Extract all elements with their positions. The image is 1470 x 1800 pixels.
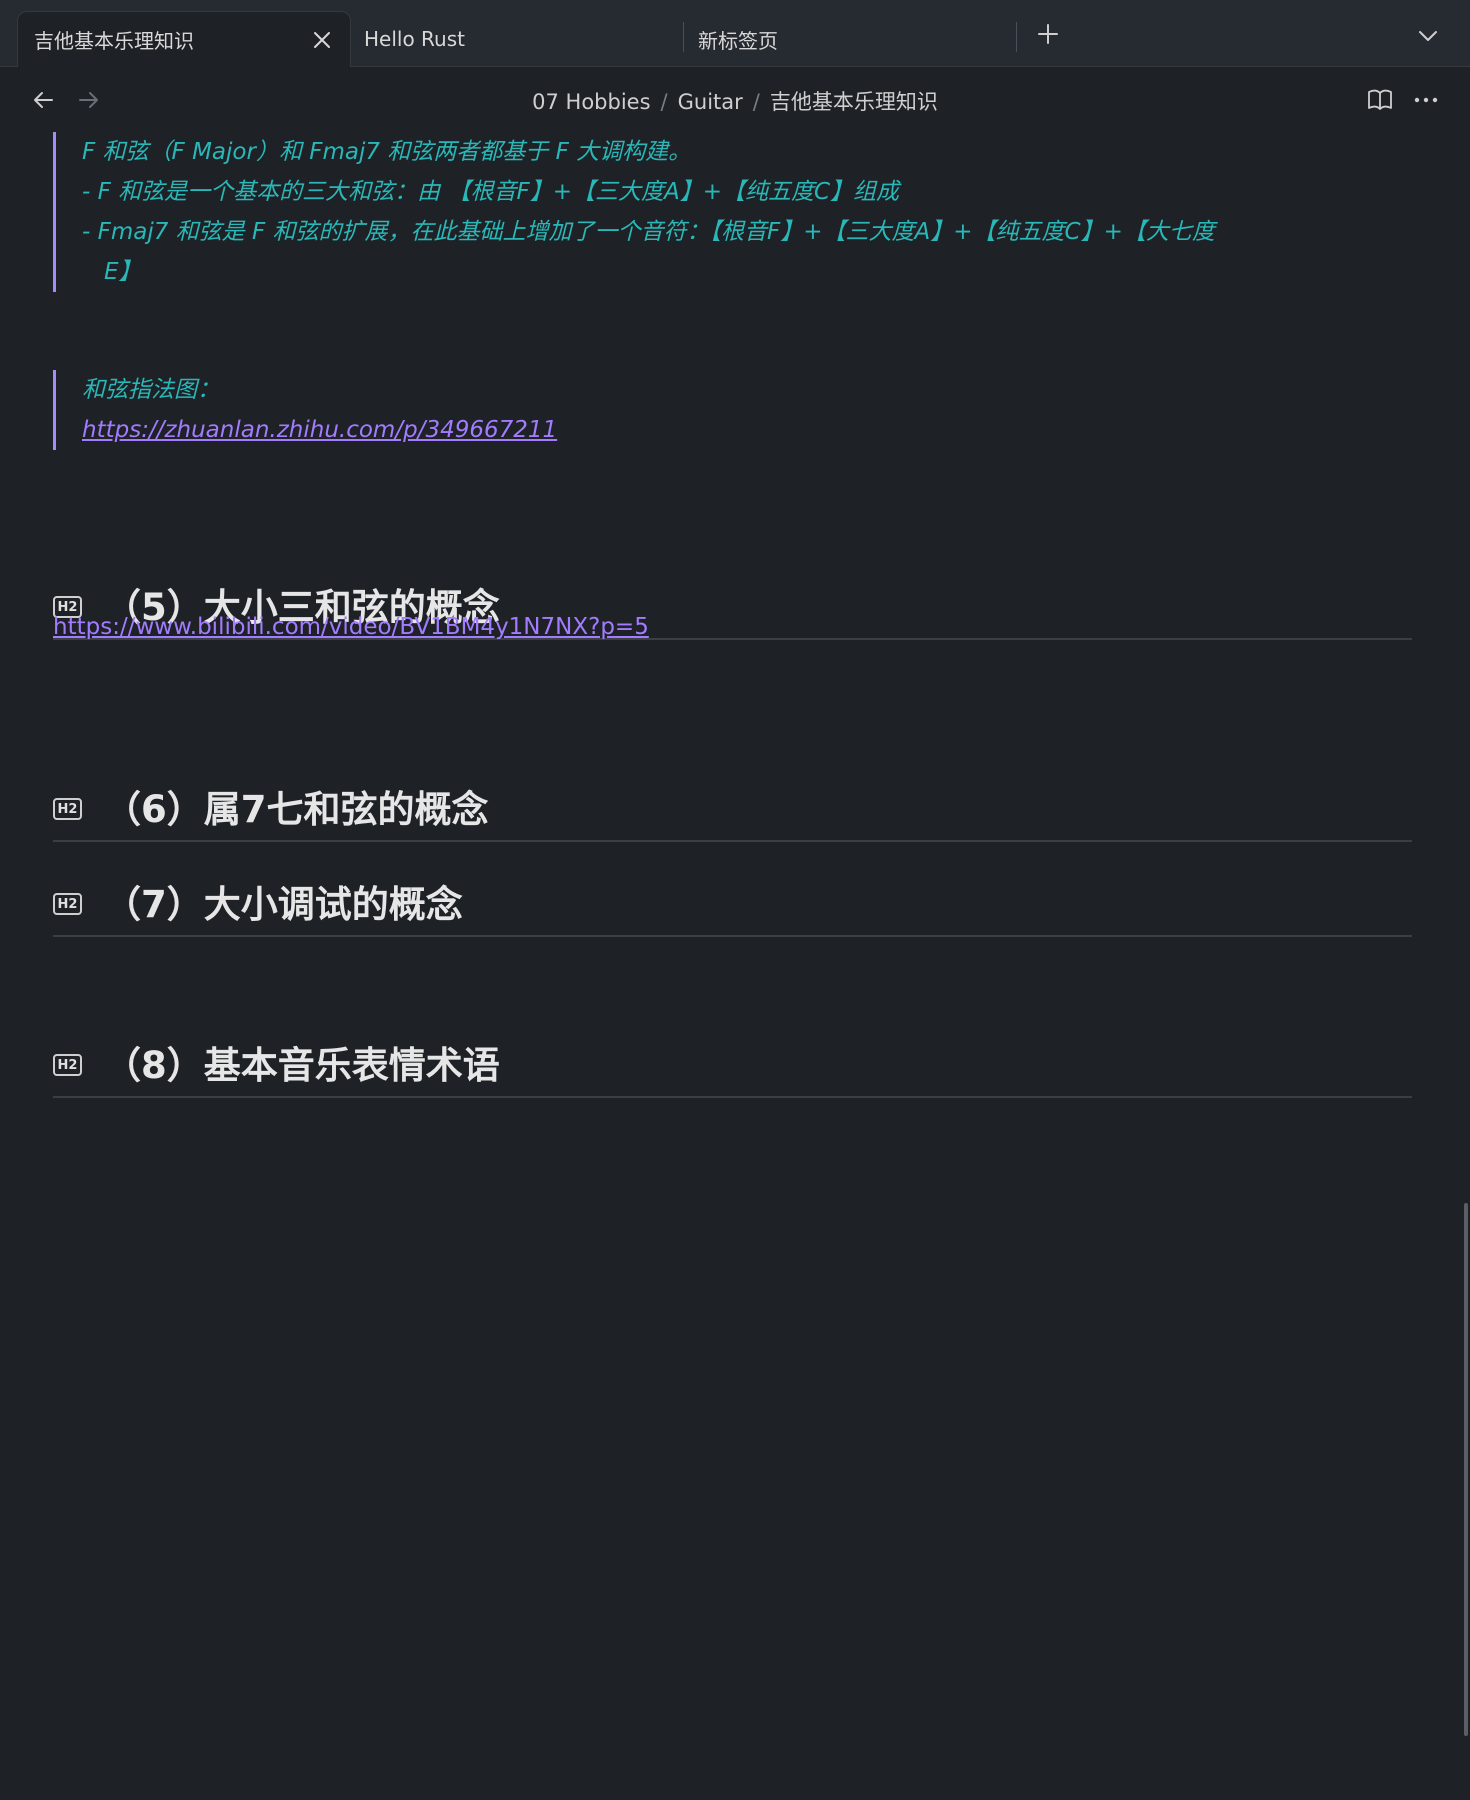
heading-title: （8）基本音乐表情术语 xyxy=(104,1044,500,1087)
bilibili-link[interactable]: https://www.bilibili.com/video/BV1BM4y1N… xyxy=(53,614,649,640)
tab-divider xyxy=(683,22,684,52)
callout-line: E】 xyxy=(104,259,142,285)
callout-block: 和弦指法图： https://zhuanlan.zhihu.com/p/3496… xyxy=(53,370,557,450)
breadcrumb-hobbies[interactable]: 07 Hobbies xyxy=(532,90,650,114)
h2-badge-icon: H2 xyxy=(53,893,82,915)
zhihu-link[interactable]: https://zhuanlan.zhihu.com/p/349667211 xyxy=(82,417,557,443)
nav-bar: 07 Hobbies / Guitar / 吉他基本乐理知识 xyxy=(0,68,1470,132)
callout-line: F 和弦（F Major）和 Fmaj7 和弦两者都基于 F 大调构建。 xyxy=(82,139,692,165)
tab-label: 新标签页 xyxy=(698,28,778,53)
callout-line: - F 和弦是一个基本的三大和弦：由 【根音F】+【三大度A】+【纯五度C】组成 xyxy=(82,179,900,205)
tab-guitar-theory[interactable]: 吉他基本乐理知识 xyxy=(17,11,351,67)
tab-label: Hello Rust xyxy=(364,27,465,51)
heading-7: H2 （7）大小调试的概念 xyxy=(53,867,1412,937)
h2-badge-icon: H2 xyxy=(53,1054,82,1076)
breadcrumb-separator: / xyxy=(752,90,760,114)
bilibili-link-block: https://www.bilibili.com/video/BV1BM4y1N… xyxy=(53,614,649,640)
close-icon[interactable] xyxy=(304,22,340,58)
breadcrumb-separator: / xyxy=(660,90,668,114)
callout-block: F 和弦（F Major）和 Fmaj7 和弦两者都基于 F 大调构建。 - F… xyxy=(53,132,1393,292)
note-content: F 和弦（F Major）和 Fmaj7 和弦两者都基于 F 大调构建。 - F… xyxy=(0,132,1470,1800)
tab-hello-rust[interactable]: Hello Rust xyxy=(364,11,682,67)
heading-6: H2 （6）属7七和弦的概念 xyxy=(53,772,1412,842)
heading-title: （7）大小调试的概念 xyxy=(104,883,463,926)
heading-title: （6）属7七和弦的概念 xyxy=(104,788,489,831)
plus-icon[interactable] xyxy=(1030,16,1066,52)
breadcrumb-guitar[interactable]: Guitar xyxy=(678,90,743,114)
tab-label: 吉他基本乐理知识 xyxy=(34,29,194,53)
callout-line: - Fmaj7 和弦是 F 和弦的扩展，在此基础上增加了一个音符：【根音F】+【… xyxy=(82,219,1215,245)
tab-divider xyxy=(1016,22,1017,52)
tab-new-tab[interactable]: 新标签页 xyxy=(698,11,1016,67)
callout-label: 和弦指法图： xyxy=(82,377,220,403)
tab-bar: 吉他基本乐理知识 Hello Rust 新标签页 xyxy=(0,0,1470,67)
h2-badge-icon: H2 xyxy=(53,798,82,820)
scrollbar[interactable] xyxy=(1464,1203,1468,1736)
more-options-icon[interactable] xyxy=(1408,82,1444,118)
breadcrumb-current-note[interactable]: 吉他基本乐理知识 xyxy=(770,90,938,114)
heading-8: H2 （8）基本音乐表情术语 xyxy=(53,1028,1412,1098)
book-open-icon[interactable] xyxy=(1362,82,1398,118)
breadcrumb: 07 Hobbies / Guitar / 吉他基本乐理知识 xyxy=(0,86,1470,116)
chevron-down-icon[interactable] xyxy=(1410,18,1446,54)
